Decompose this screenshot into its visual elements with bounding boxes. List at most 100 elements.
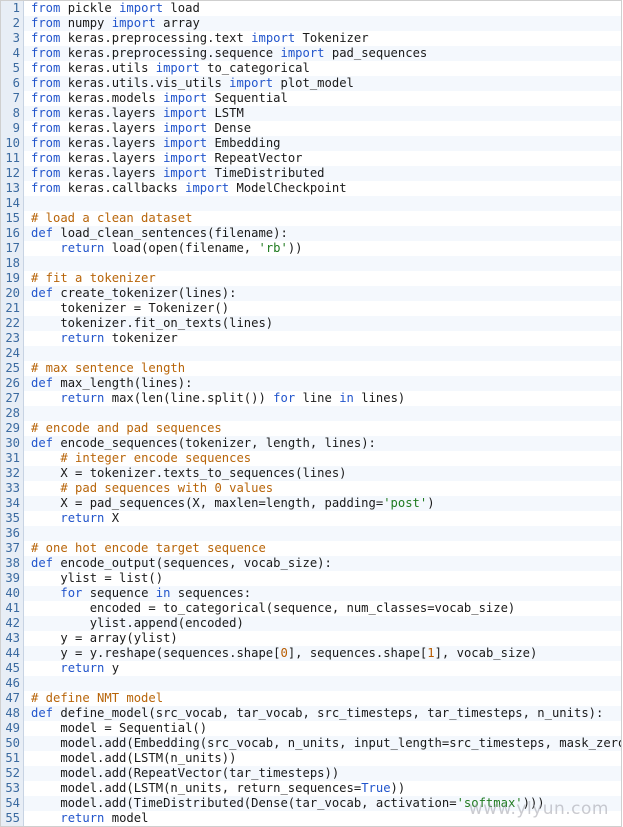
code-line[interactable]: 29 # encode and pad sequences [1,421,621,436]
code-text: ylist.append(encoded) [31,616,244,630]
code-text: from keras.layers import TimeDistributed [31,166,325,180]
code-line[interactable]: 37 # one hot encode target sequence [1,541,621,556]
code-line[interactable]: 31 # integer encode sequences [1,451,621,466]
code-line[interactable]: 7 from keras.models import Sequential [1,91,621,106]
code-line[interactable]: 5 from keras.utils import to_categorical [1,61,621,76]
code-line[interactable]: 46 [1,676,621,691]
line-number: 43 [1,631,24,646]
code-line[interactable]: 12 from keras.layers import TimeDistribut… [1,166,621,181]
code-line[interactable]: 15 # load a clean dataset [1,211,621,226]
code-text: from keras.preprocessing.sequence import… [31,46,428,60]
code-line[interactable]: 2 from numpy import array [1,16,621,31]
line-number: 37 [1,541,24,556]
code-text: # define NMT model [31,691,164,705]
code-line[interactable]: 25 # max sentence length [1,361,621,376]
line-number: 31 [1,451,24,466]
code-text: def define_model(src_vocab, tar_vocab, s… [31,706,604,720]
code-line[interactable]: 33 # pad sequences with 0 values [1,481,621,496]
line-number: 49 [1,721,24,736]
line-number: 39 [1,571,24,586]
code-text: def load_clean_sentences(filename): [31,226,288,240]
code-text: from keras.models import Sequential [31,91,288,105]
code-line[interactable]: 48 def define_model(src_vocab, tar_vocab,… [1,706,621,721]
code-text: def create_tokenizer(lines): [31,286,237,300]
code-line[interactable]: 23 return tokenizer [1,331,621,346]
code-line[interactable]: 41 encoded = to_categorical(sequence, nu… [1,601,621,616]
code-line[interactable]: 18 [1,256,621,271]
code-line[interactable]: 38 def encode_output(sequences, vocab_siz… [1,556,621,571]
code-line[interactable]: 19 # fit a tokenizer [1,271,621,286]
code-text: X = tokenizer.texts_to_sequences(lines) [31,466,347,480]
line-number: 28 [1,406,24,421]
line-number: 50 [1,736,24,751]
code-text: model.add(TimeDistributed(Dense(tar_voca… [31,796,545,810]
code-editor[interactable]: 1 from pickle import load 2 from numpy impo… [0,0,622,827]
code-line[interactable]: 13 from keras.callbacks import ModelCheck… [1,181,621,196]
code-line[interactable]: 49 model = Sequential() [1,721,621,736]
code-line[interactable]: 34 X = pad_sequences(X, maxlen=length, p… [1,496,621,511]
code-line[interactable]: 42 ylist.append(encoded) [1,616,621,631]
code-line[interactable]: 45 return y [1,661,621,676]
code-text: model.add(LSTM(n_units, return_sequences… [31,781,406,795]
line-number: 45 [1,661,24,676]
code-line[interactable]: 24 [1,346,621,361]
code-line[interactable]: 17 return load(open(filename, 'rb')) [1,241,621,256]
code-line[interactable]: 16 def load_clean_sentences(filename): [1,226,621,241]
code-text: return load(open(filename, 'rb')) [60,241,303,255]
code-line[interactable]: 40 for sequence in sequences: [1,586,621,601]
code-text: # integer encode sequences [60,451,252,465]
line-number: 53 [1,781,24,796]
line-number: 19 [1,271,24,286]
line-number: 26 [1,376,24,391]
code-text: # one hot encode target sequence [31,541,266,555]
code-line[interactable]: 3 from keras.preprocessing.text import To… [1,31,621,46]
code-text: def max_length(lines): [31,376,193,390]
line-number: 5 [1,61,24,76]
line-number: 3 [1,31,24,46]
code-line[interactable]: 47 # define NMT model [1,691,621,706]
code-line[interactable]: 35 return X [1,511,621,526]
code-line[interactable]: 32 X = tokenizer.texts_to_sequences(line… [1,466,621,481]
code-line[interactable]: 4 from keras.preprocessing.sequence impor… [1,46,621,61]
code-line[interactable]: 27 return max(len(line.split()) for line… [1,391,621,406]
code-line[interactable]: 6 from keras.utils.vis_utils import plot_… [1,76,621,91]
code-line[interactable]: 8 from keras.layers import LSTM [1,106,621,121]
code-line[interactable]: 21 tokenizer = Tokenizer() [1,301,621,316]
line-number: 38 [1,556,24,571]
code-line[interactable]: 11 from keras.layers import RepeatVector [1,151,621,166]
code-line[interactable]: 30 def encode_sequences(tokenizer, length… [1,436,621,451]
line-number: 17 [1,241,24,256]
code-line[interactable]: 53 model.add(LSTM(n_units, return_sequen… [1,781,621,796]
code-line[interactable]: 22 tokenizer.fit_on_texts(lines) [1,316,621,331]
line-number: 51 [1,751,24,766]
line-number: 14 [1,196,24,211]
code-line[interactable]: 10 from keras.layers import Embedding [1,136,621,151]
code-line[interactable]: 28 [1,406,621,421]
code-text: from keras.utils import to_categorical [31,61,310,75]
line-number: 27 [1,391,24,406]
code-line[interactable]: 50 model.add(Embedding(src_vocab, n_unit… [1,736,621,751]
code-text: tokenizer.fit_on_texts(lines) [31,316,274,330]
code-line[interactable]: 9 from keras.layers import Dense [1,121,621,136]
code-text: def encode_output(sequences, vocab_size)… [31,556,332,570]
code-line[interactable]: 1 from pickle import load [1,1,621,16]
code-line[interactable]: 36 [1,526,621,541]
code-line[interactable]: 14 [1,196,621,211]
code-line[interactable]: 26 def max_length(lines): [1,376,621,391]
code-line[interactable]: 39 ylist = list() [1,571,621,586]
line-number: 33 [1,481,24,496]
code-line[interactable]: 51 model.add(LSTM(n_units)) [1,751,621,766]
code-line[interactable]: 52 model.add(RepeatVector(tar_timesteps)… [1,766,621,781]
code-line[interactable]: 43 y = array(ylist) [1,631,621,646]
code-line[interactable]: 44 y = y.reshape(sequences.shape[0], seq… [1,646,621,661]
line-number: 11 [1,151,24,166]
line-number: 2 [1,16,24,31]
code-text: X = pad_sequences(X, maxlen=length, padd… [31,496,435,510]
code-line[interactable]: 20 def create_tokenizer(lines): [1,286,621,301]
line-number: 55 [1,811,24,826]
code-text: from keras.layers import Embedding [31,136,281,150]
code-text: return max(len(line.split()) for line in… [60,391,406,405]
